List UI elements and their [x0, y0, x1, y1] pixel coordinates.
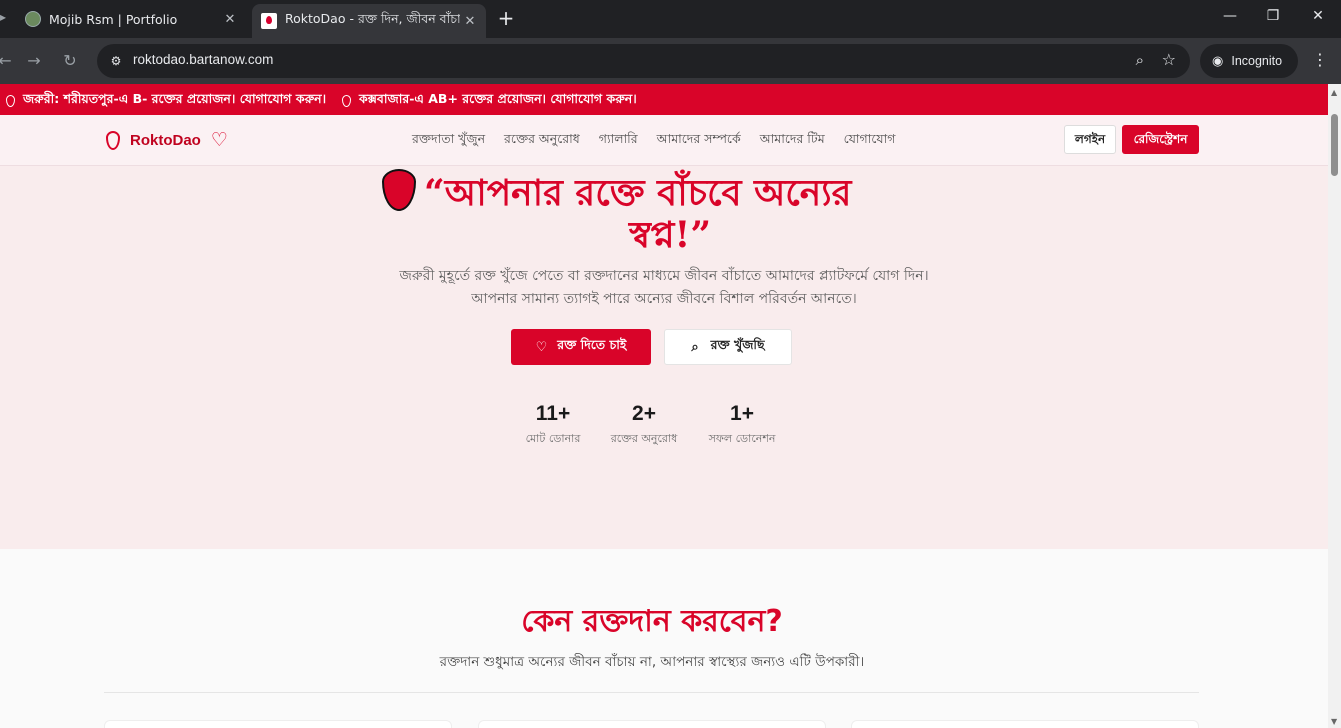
search-icon: ⌕	[691, 339, 699, 355]
scrollbar-thumb[interactable]	[1331, 114, 1338, 176]
stat-value: 1+	[730, 402, 754, 425]
stat-total-donors: 11+ মোট ডোনার	[503, 402, 603, 449]
incognito-badge[interactable]: ◉ Incognito	[1200, 44, 1298, 78]
hero-title: “আপনার রক্তে বাঁচবে অন্যের স্বপ্ন!”	[380, 166, 960, 266]
donate-blood-label: রক্ত দিতে চাই	[557, 337, 627, 352]
zoom-icon[interactable]: ⌕	[1136, 51, 1144, 69]
ticker-text: কক্সবাজার-এ AB+ রক্তের প্রয়োজন। যোগাযোগ…	[359, 91, 637, 106]
benefit-card	[104, 720, 452, 728]
nav-links: রক্তদাতা খুঁজুন রক্তের অনুরোধ গ্যালারি আ…	[412, 131, 914, 151]
brand-logo[interactable]: RoktoDao ♡	[106, 129, 228, 151]
site-navbar: RoktoDao ♡ রক্তদাতা খুঁজুন রক্তের অনুরোধ…	[0, 115, 1328, 166]
favicon-icon	[25, 11, 41, 27]
stat-label: সফল ডোনেশন	[708, 432, 776, 445]
urgent-ticker: জরুরী: শরীয়তপুর-এ B- রক্তের প্রয়োজন। য…	[0, 84, 1328, 115]
divider	[104, 692, 1199, 693]
brand-name: RoktoDao	[130, 131, 201, 149]
close-icon[interactable]: ✕	[220, 12, 240, 27]
benefit-card	[851, 720, 1199, 728]
heart-pulse-icon: ♡	[210, 129, 228, 151]
blood-drop-icon	[382, 169, 416, 211]
close-icon[interactable]: ✕	[460, 14, 480, 29]
tab-strip: ▸ Mojib Rsm | Portfolio ✕ RoktoDao - রক্…	[0, 0, 1341, 38]
stat-value: 2+	[632, 402, 656, 425]
close-window-icon[interactable]: ✕	[1306, 8, 1330, 24]
why-donate-section: কেন রক্তদান করবেন? রক্তদান শুধুমাত্র অন্…	[0, 549, 1328, 728]
reload-icon[interactable]: ↻	[59, 50, 81, 72]
search-blood-button[interactable]: ⌕ রক্ত খুঁজছি	[664, 329, 792, 365]
tab-title: Mojib Rsm | Portfolio	[49, 11, 178, 27]
nav-link-contact[interactable]: যোগাযোগ	[844, 131, 896, 151]
blood-drop-icon	[6, 95, 15, 107]
stat-label: মোট ডোনার	[525, 432, 581, 445]
heart-icon: ♡	[535, 339, 548, 355]
address-bar[interactable]: ⚙ roktodao.bartanow.com ⌕ ☆	[97, 44, 1190, 78]
register-button[interactable]: রেজিস্ট্রেশন	[1122, 125, 1199, 154]
tab-portfolio[interactable]: Mojib Rsm | Portfolio ✕	[16, 4, 246, 34]
url-text: roktodao.bartanow.com	[133, 52, 274, 67]
browser-toolbar: ← → ↻ ⚙ roktodao.bartanow.com ⌕ ☆ ◉ Inco…	[0, 38, 1341, 84]
hero-title-line2: স্বপ্ন!”	[628, 214, 712, 256]
donate-blood-button[interactable]: ♡ রক্ত দিতে চাই	[511, 329, 651, 365]
login-button[interactable]: লগইন	[1064, 125, 1116, 154]
hero-section: “আপনার রক্তে বাঁচবে অন্যের স্বপ্ন!” জরুর…	[0, 166, 1328, 549]
tab-overflow-edge: ▸	[0, 10, 7, 24]
nav-link-blood-request[interactable]: রক্তের অনুরোধ	[504, 131, 580, 151]
stat-successful-donations: 1+ সফল ডোনেশন	[692, 402, 792, 449]
incognito-label: Incognito	[1231, 54, 1283, 68]
hero-subtitle: জরুরী মুহূর্তে রক্ত খুঁজে পেতে বা রক্তদা…	[399, 268, 929, 307]
minimize-icon[interactable]: —	[1218, 8, 1242, 24]
favicon-icon	[261, 13, 277, 29]
tab-title: RoktoDao - রক্ত দিন, জীবন বাঁচা	[285, 11, 460, 26]
stat-label: রক্তের অনুরোধ	[610, 432, 678, 445]
ticker-item: কক্সবাজার-এ AB+ রক্তের প্রয়োজন। যোগাযোগ…	[342, 91, 637, 111]
incognito-icon: ◉	[1212, 53, 1224, 68]
scroll-down-icon[interactable]: ▼	[1331, 717, 1337, 726]
scroll-up-icon[interactable]: ▲	[1331, 88, 1337, 97]
restore-icon[interactable]: ❐	[1261, 8, 1285, 24]
nav-link-about[interactable]: আমাদের সম্পর্কে	[657, 131, 741, 151]
benefit-card	[478, 720, 826, 728]
nav-link-find-donor[interactable]: রক্তদাতা খুঁজুন	[412, 131, 485, 151]
bookmark-star-icon[interactable]: ☆	[1162, 50, 1176, 69]
forward-icon[interactable]: →	[23, 50, 45, 72]
site-info-icon[interactable]: ⚙	[107, 52, 125, 70]
ticker-text: জরুরী: শরীয়তপুর-এ B- রক্তের প্রয়োজন। য…	[23, 91, 327, 106]
section-subtitle: রক্তদান শুধুমাত্র অন্যের জীবন বাঁচায় না…	[439, 654, 865, 670]
blood-drop-icon	[342, 95, 351, 107]
menu-icon[interactable]: ⋮	[1312, 50, 1328, 69]
nav-link-team[interactable]: আমাদের টিম	[760, 131, 825, 151]
new-tab-button[interactable]: +	[494, 7, 518, 31]
section-title: কেন রক্তদান করবেন?	[521, 604, 783, 639]
page-scrollbar[interactable]: ▲ ▼	[1328, 84, 1341, 728]
stat-value: 11+	[535, 402, 571, 425]
search-blood-label: রক্ত খুঁজছি	[710, 337, 765, 352]
stat-blood-requests: 2+ রক্তের অনুরোধ	[594, 402, 694, 449]
back-icon[interactable]: ←	[0, 50, 16, 72]
tab-roktodao[interactable]: RoktoDao - রক্ত দিন, জীবন বাঁচা ✕	[252, 4, 486, 38]
nav-link-gallery[interactable]: গ্যালারি	[599, 131, 638, 151]
blood-drop-icon	[106, 130, 120, 150]
page-viewport: জরুরী: শরীয়তপুর-এ B- রক্তের প্রয়োজন। য…	[0, 84, 1328, 728]
ticker-item: জরুরী: শরীয়তপুর-এ B- রক্তের প্রয়োজন। য…	[6, 91, 326, 111]
